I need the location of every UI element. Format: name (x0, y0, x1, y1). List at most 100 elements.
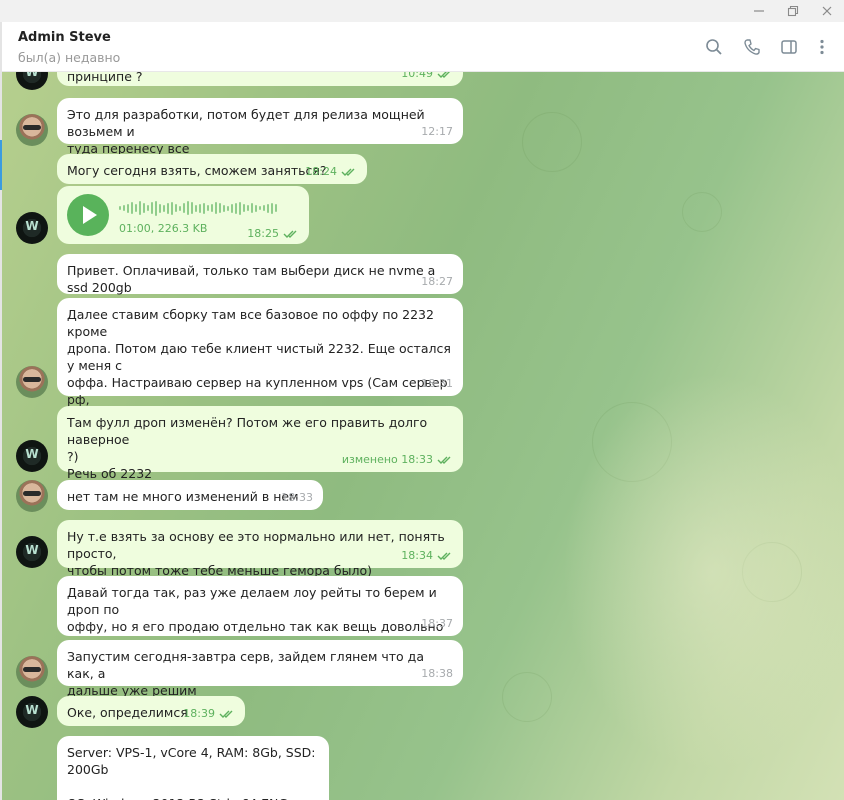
message-time: 10:49 (401, 72, 433, 80)
voice-message[interactable]: 01:00, 226.3 KB 18:25 (57, 186, 309, 244)
waveform-bar (195, 204, 197, 212)
avatar[interactable] (16, 480, 48, 512)
double-check-icon (219, 710, 233, 718)
waveform-bar (263, 205, 265, 211)
waveform-bar (191, 202, 193, 214)
phone-icon (744, 39, 760, 55)
double-check-icon (437, 456, 451, 464)
message-bubble[interactable]: Это для разработки, потом будет для рели… (57, 98, 463, 156)
waveform-bar (187, 201, 189, 215)
message-time: 18:34 (401, 549, 433, 562)
play-button[interactable] (67, 194, 109, 236)
waveform-bar (151, 202, 153, 214)
voice-waveform[interactable] (119, 200, 277, 216)
avatar[interactable] (16, 366, 48, 398)
minimize-icon (754, 10, 764, 12)
avatar[interactable] (16, 440, 48, 472)
waveform-bar (119, 206, 121, 210)
waveform-bar (207, 205, 209, 211)
message-bubble[interactable]: Запустим сегодня-завтра серв, зайдем гля… (57, 640, 463, 698)
waveform-bar (247, 205, 249, 211)
message-text: принципе ? (67, 72, 143, 84)
message-bubble[interactable]: Там фулл дроп изменён? Потом же его прав… (57, 406, 463, 481)
waveform-bar (203, 202, 205, 214)
message-time: 18:37 (421, 617, 453, 630)
message-text: Запустим сегодня-завтра серв, зайдем гля… (67, 649, 424, 698)
message-bubble[interactable]: Ну т.е взять за основу ее это нормально … (57, 520, 463, 578)
restore-button[interactable] (776, 0, 810, 22)
waveform-bar (243, 204, 245, 212)
search-icon (706, 39, 722, 55)
message-meta: 12:17 (421, 123, 453, 140)
waveform-bar (227, 205, 229, 211)
avatar[interactable] (16, 114, 48, 146)
waveform-bar (163, 204, 165, 212)
message-time: 18:25 (247, 227, 279, 240)
message-meta: 18:38 (421, 665, 453, 682)
waveform-bar (171, 201, 173, 215)
waveform-bar (167, 202, 169, 214)
chat-list-edge (0, 22, 2, 800)
message-meta: 18:34 (401, 547, 453, 564)
close-button[interactable] (810, 0, 844, 22)
message-text: Там фулл дроп изменён? Потом же его прав… (67, 415, 428, 481)
message-meta: 18:31 (421, 375, 453, 392)
background-doodle (682, 192, 722, 232)
waveform-bar (131, 202, 133, 214)
message-bubble[interactable]: Оке, определимся 18:39 (57, 696, 245, 726)
message-bubble[interactable]: Server: VPS-1, vCore 4, RAM: 8Gb, SSD: 2… (57, 736, 329, 800)
message-bubble[interactable]: Далее ставим сборку там все базовое по о… (57, 298, 463, 458)
avatar[interactable] (16, 536, 48, 568)
message-bubble[interactable]: Привет. Оплачивай, только там выбери дис… (57, 254, 463, 295)
close-icon (822, 6, 832, 16)
chat-area[interactable]: принципе ? 10:49 Это для разработки, пот… (2, 72, 844, 800)
waveform-bar (155, 200, 157, 216)
message-meta: изменено 18:33 (342, 451, 453, 468)
search-button[interactable] (703, 36, 725, 58)
message-meta: 18:25 (247, 227, 299, 240)
waveform-bar (215, 202, 217, 214)
message-time: 18:24 (305, 165, 337, 178)
waveform-bar (147, 205, 149, 211)
background-doodle (502, 672, 552, 722)
chat-title[interactable]: Admin Steve (18, 30, 111, 45)
double-check-icon (341, 168, 355, 176)
avatar[interactable] (16, 212, 48, 244)
message-bubble[interactable]: нет там не много изменений в нем 18:33 (57, 480, 323, 510)
avatar[interactable] (16, 656, 48, 688)
more-button[interactable] (811, 36, 833, 58)
message-meta: 18:27 (421, 273, 453, 290)
sidebar-toggle-button[interactable] (778, 36, 800, 58)
background-doodle (742, 542, 802, 602)
message-bubble[interactable]: Давай тогда так, раз уже делаем лоу рейт… (57, 576, 463, 651)
message-bubble[interactable]: принципе ? 10:49 (57, 72, 463, 86)
minimize-button[interactable] (742, 0, 776, 22)
waveform-bar (179, 205, 181, 211)
message-meta: 18:24 (305, 163, 357, 180)
message-bubble[interactable]: Могу сегодня взять, сможем заняться? 18:… (57, 154, 367, 184)
background-doodle (592, 402, 672, 482)
double-check-icon (283, 230, 297, 238)
waveform-bar (175, 204, 177, 212)
call-button[interactable] (741, 36, 763, 58)
message-meta: 10:49 (401, 72, 453, 82)
message-time: 18:33 (281, 491, 313, 504)
message-meta: 18:33 (281, 489, 313, 506)
waveform-bar (139, 201, 141, 215)
sidebar-toggle-icon (781, 40, 797, 54)
voice-info: 01:00, 226.3 KB (119, 222, 208, 235)
message-time: 18:31 (421, 377, 453, 390)
message-time: 18:39 (183, 707, 215, 720)
message-text: Ну т.е взять за основу ее это нормально … (67, 529, 445, 578)
avatar[interactable] (16, 696, 48, 728)
waveform-bar (231, 203, 233, 213)
avatar[interactable] (16, 72, 48, 90)
waveform-bar (199, 203, 201, 213)
message-text: нет там не много изменений в нем (67, 489, 299, 504)
waveform-bar (183, 203, 185, 213)
waveform-bar (251, 203, 253, 213)
waveform-bar (255, 204, 257, 212)
message-time: изменено 18:33 (341, 453, 433, 466)
restore-icon (787, 5, 799, 17)
double-check-icon (437, 72, 450, 78)
